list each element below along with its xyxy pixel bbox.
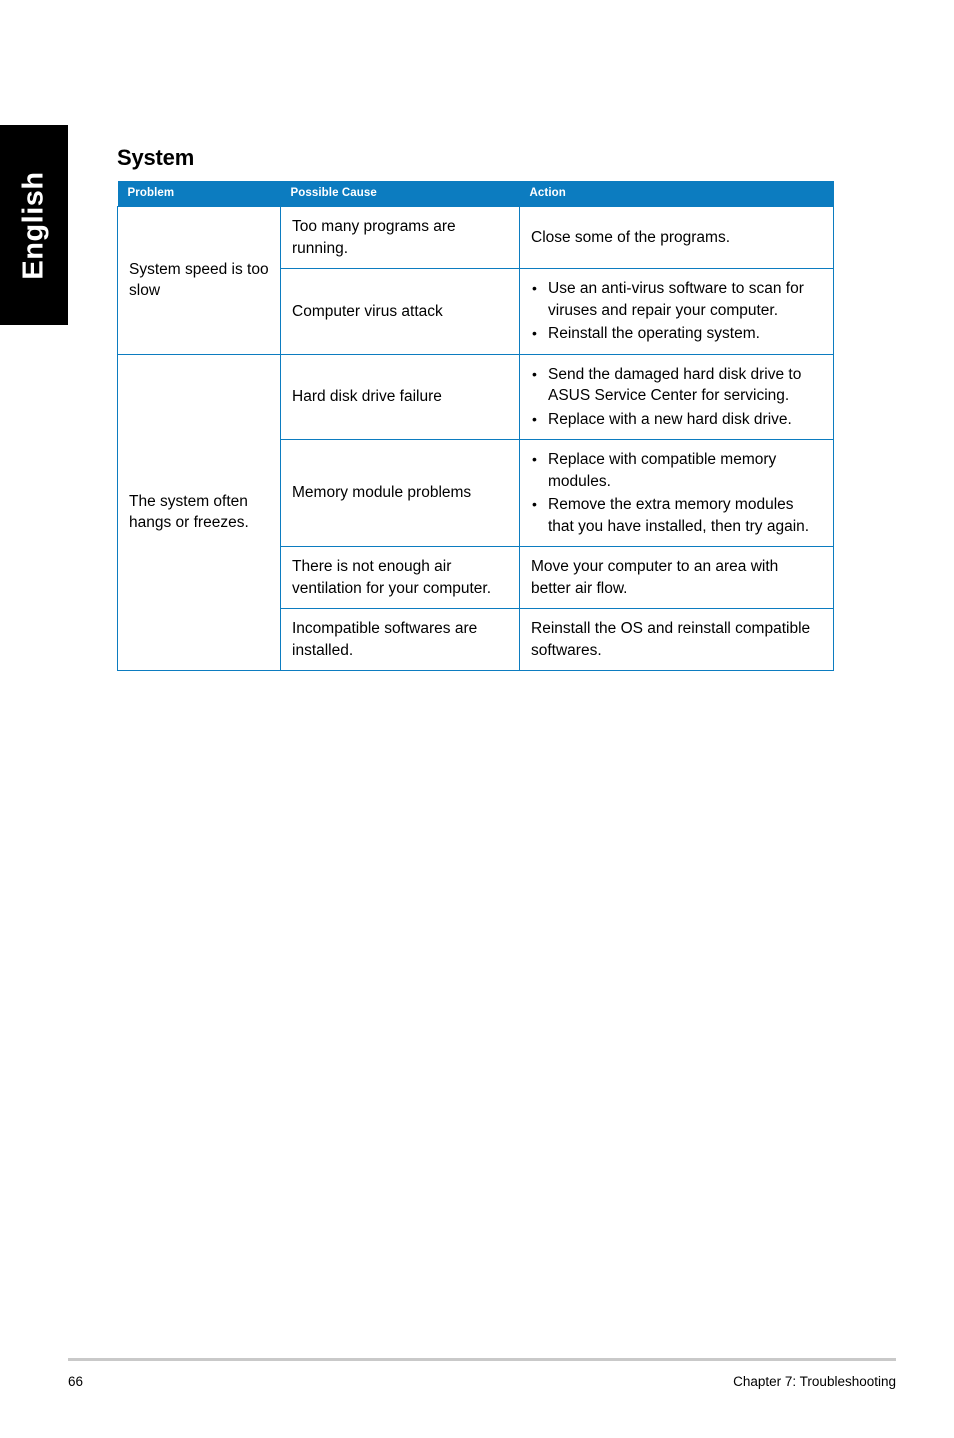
bullet-icon: • [532,410,537,427]
table-header-row: Problem Possible Cause Action [117,181,834,207]
action-text: Reinstall the OS and reinstall compatibl… [531,620,811,659]
action-bullet-list: • Use an anti-virus software to scan for … [531,278,822,345]
action-bullet-text: Send the damaged hard disk drive to ASUS… [548,365,802,405]
action-bullet-item: • Reinstall the operating system. [531,323,822,345]
action-bullet-text: Use an anti-virus software to scan for v… [548,280,804,319]
language-tab-label: English [17,170,50,280]
action-bullet-list: • Replace with compatible memory modules.… [531,449,822,537]
footer-row: 66 Chapter 7: Troubleshooting [68,1374,896,1389]
cell-action: • Send the damaged hard disk drive to ASU… [519,353,834,440]
cell-problem: The system often hangs or freezes. [117,353,281,671]
action-bullet-item: • Remove the extra memory modules that yo… [531,494,822,537]
bullet-icon: • [532,451,537,467]
table-body: System speed is too slow Too many program… [117,206,834,671]
cell-possible-cause: Computer virus attack [280,268,520,355]
table-row: System speed is too slow Too many program… [117,206,834,355]
column-header-possible-cause: Possible Cause [280,181,520,207]
action-text: Close some of the programs. [531,228,731,246]
page-number: 66 [68,1374,84,1389]
cell-action: Move your computer to an area with bette… [519,546,834,609]
column-header-action: Action [519,181,834,207]
action-text: Move your computer to an area with bette… [531,558,779,597]
cell-possible-cause: Hard disk drive failure [280,353,520,440]
bullet-icon: • [532,280,537,296]
page-footer: 66 Chapter 7: Troubleshooting [68,1358,896,1389]
page-title: System [117,145,195,170]
language-tab: English [0,125,68,325]
bullet-icon: • [532,496,537,512]
action-bullet-text: Remove the extra memory modules that you… [548,496,810,535]
action-bullet-text: Replace with a new hard disk drive. [548,410,792,428]
cell-action: • Replace with compatible memory modules.… [519,439,834,547]
cell-possible-cause: There is not enough air ventilation for … [280,546,520,609]
troubleshooting-table: Problem Possible Cause Action System spe… [117,181,834,671]
cell-action: Reinstall the OS and reinstall compatibl… [519,608,834,671]
cell-problem: System speed is too slow [117,206,281,355]
action-bullet-item: • Replace with a new hard disk drive. [531,409,822,431]
bullet-icon: • [532,325,537,341]
bullet-icon: • [532,365,537,382]
footer-divider [68,1358,896,1361]
cell-possible-cause: Incompatible softwares are installed. [280,608,520,671]
action-bullet-item: • Send the damaged hard disk drive to ASU… [531,364,822,407]
table-header: Problem Possible Cause Action [117,181,834,207]
footer-chapter-label: Chapter 7: Troubleshooting [733,1374,896,1389]
cell-possible-cause: Memory module problems [280,439,520,547]
action-bullet-text: Replace with compatible memory modules. [548,451,777,490]
table-row: The system often hangs or freezes. Hard d… [117,353,834,671]
cell-action: Close some of the programs. [519,206,834,269]
cell-possible-cause: Too many programs are running. [280,206,520,269]
action-bullet-list: • Send the damaged hard disk drive to ASU… [531,364,822,431]
page-content: System Problem Possible Cause Action Sys… [117,0,834,671]
action-bullet-item: • Use an anti-virus software to scan for … [531,278,822,321]
action-bullet-item: • Replace with compatible memory modules. [531,449,822,492]
action-bullet-text: Reinstall the operating system. [548,325,760,342]
column-header-problem: Problem [117,181,281,207]
cell-action: • Use an anti-virus software to scan for … [519,268,834,355]
